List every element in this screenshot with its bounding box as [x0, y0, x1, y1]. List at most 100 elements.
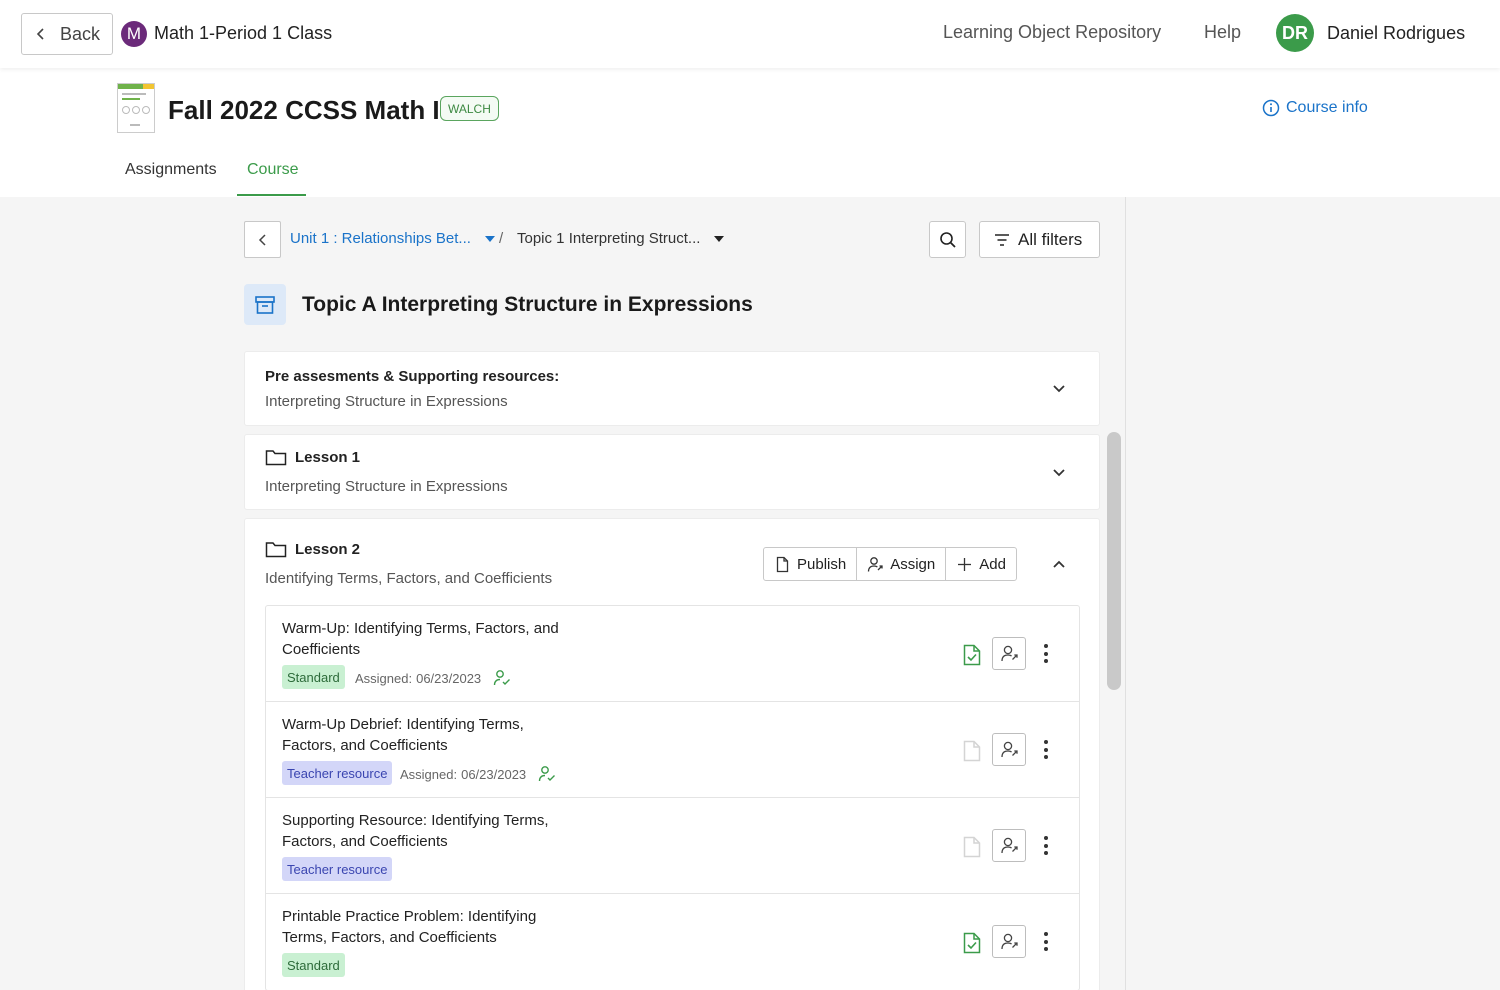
teacher-resource-tag: Teacher resource: [282, 761, 393, 785]
section-title: Pre assesments & Supporting resources:: [265, 368, 560, 385]
breadcrumb-topic-dropdown[interactable]: Topic 1 Interpreting Struct...: [517, 230, 725, 247]
filter-lines-icon: [995, 233, 1009, 246]
assigned-label: Assigned:: [400, 766, 458, 782]
top-bar: Back M Math 1-Period 1 Class Learning Ob…: [0, 0, 1500, 68]
breadcrumb-unit-dropdown[interactable]: Unit 1 : Relationships Bet...: [290, 230, 495, 247]
chevron-down-icon[interactable]: [1052, 468, 1066, 478]
user-arrow-icon: [868, 556, 883, 572]
section-pre-assessments[interactable]: Pre assesments & Supporting resources: I…: [244, 351, 1100, 426]
assign-item-button[interactable]: [992, 829, 1026, 862]
assign-item-button[interactable]: [992, 637, 1026, 670]
learning-object-repository-link[interactable]: Learning Object Repository: [943, 22, 1161, 43]
back-button[interactable]: Back: [21, 13, 113, 55]
item-title[interactable]: Printable Practice Problem: Identifying …: [282, 906, 582, 948]
section-title: Lesson 1: [295, 449, 361, 466]
main-content: Unit 1 : Relationships Bet... / Topic 1 …: [0, 197, 1500, 990]
folder-icon: [265, 542, 287, 558]
assigned-info: Assigned: 06/23/2023: [355, 669, 511, 687]
item-title[interactable]: Warm-Up: Identifying Terms, Factors, and…: [282, 618, 582, 660]
add-label: Add: [979, 555, 1006, 573]
standard-tag: Standard: [282, 953, 345, 977]
breadcrumb-unit-label: Unit 1 : Relationships Bet...: [290, 230, 471, 247]
standard-tag: Standard: [282, 665, 345, 689]
document-icon: [776, 556, 789, 572]
scrollbar[interactable]: [1107, 432, 1121, 690]
all-filters-button[interactable]: All filters: [979, 221, 1100, 258]
search-icon: [939, 231, 956, 248]
section-title: Lesson 2: [295, 541, 361, 558]
publish-label: Publish: [797, 555, 847, 573]
user-name[interactable]: Daniel Rodrigues: [1327, 23, 1465, 44]
folder-icon: [265, 450, 287, 466]
tab-course[interactable]: Course: [247, 161, 299, 179]
assign-button[interactable]: Assign: [857, 548, 947, 580]
more-options-icon[interactable]: [1044, 836, 1048, 855]
all-filters-label: All filters: [1018, 229, 1083, 249]
document-check-icon[interactable]: [963, 644, 981, 666]
assign-label: Assign: [890, 555, 936, 573]
course-cover-thumbnail: [117, 83, 155, 133]
active-tab-indicator: [237, 194, 306, 196]
section-subtitle: Interpreting Structure in Expressions: [265, 478, 508, 495]
chevron-down-icon[interactable]: [1052, 384, 1066, 394]
chevron-left-icon: [258, 233, 266, 246]
list-item[interactable]: Warm-Up Debrief: Identifying Terms, Fact…: [266, 702, 1079, 798]
document-icon[interactable]: [963, 740, 981, 762]
user-arrow-icon: [1000, 837, 1018, 854]
document-check-icon[interactable]: [963, 932, 981, 954]
back-label: Back: [60, 23, 101, 44]
breadcrumb-separator: /: [499, 230, 504, 247]
topic-icon-tile: [244, 284, 286, 325]
avatar[interactable]: DR: [1276, 14, 1314, 52]
list-item[interactable]: Warm-Up: Identifying Terms, Factors, and…: [266, 606, 1079, 702]
list-item[interactable]: Printable Practice Problem: Identifying …: [266, 894, 1079, 990]
add-button[interactable]: Add: [946, 548, 1016, 580]
user-arrow-icon: [1000, 645, 1018, 662]
class-badge: M: [121, 21, 147, 47]
section-subtitle: Interpreting Structure in Expressions: [265, 393, 508, 410]
course-title: Fall 2022 CCSS Math I: [168, 95, 440, 125]
topic-title: Topic A Interpreting Structure in Expres…: [302, 293, 753, 316]
panel-divider: [1125, 197, 1126, 990]
section-title-row: Lesson 1: [265, 449, 360, 466]
course-header: Fall 2022 CCSS Math I WALCH Course info …: [0, 68, 1500, 197]
section-title-row: Lesson 2: [265, 541, 360, 558]
lesson-actions-group: Publish Assign Add: [763, 547, 1017, 581]
class-name[interactable]: Math 1-Period 1 Class: [154, 23, 332, 44]
section-lesson-1[interactable]: Lesson 1 Interpreting Structure in Expre…: [244, 434, 1100, 510]
teacher-resource-tag: Teacher resource: [282, 857, 393, 881]
search-button[interactable]: [929, 221, 966, 258]
more-options-icon[interactable]: [1044, 932, 1048, 951]
chevron-up-icon[interactable]: [1052, 559, 1066, 569]
user-arrow-icon: [1000, 741, 1018, 758]
tab-assignments[interactable]: Assignments: [125, 161, 217, 179]
assigned-date: 06/23/2023: [416, 670, 482, 686]
more-options-icon[interactable]: [1044, 644, 1048, 663]
course-info-link[interactable]: Course info: [1262, 99, 1368, 117]
assigned-info: Assigned: 06/23/2023: [400, 765, 556, 783]
breadcrumb-back-button[interactable]: [244, 221, 281, 258]
breadcrumb-topic-label: Topic 1 Interpreting Struct...: [517, 230, 701, 247]
more-options-icon[interactable]: [1044, 740, 1048, 759]
info-icon: [1262, 99, 1280, 117]
publish-button[interactable]: Publish: [764, 548, 858, 580]
list-item[interactable]: Supporting Resource: Identifying Terms, …: [266, 798, 1079, 894]
item-title[interactable]: Supporting Resource: Identifying Terms, …: [282, 810, 582, 852]
caret-down-icon: [714, 235, 725, 242]
caret-down-icon: [484, 235, 495, 242]
assign-item-button[interactable]: [992, 733, 1026, 766]
course-info-label: Course info: [1286, 99, 1368, 116]
plus-icon: [958, 557, 972, 571]
item-title[interactable]: Warm-Up Debrief: Identifying Terms, Fact…: [282, 714, 582, 756]
user-arrow-icon: [1000, 933, 1018, 950]
assigned-date: 06/23/2023: [461, 766, 527, 782]
lesson-item-list: Warm-Up: Identifying Terms, Factors, and…: [265, 605, 1080, 990]
assign-item-button[interactable]: [992, 925, 1026, 958]
assigned-label: Assigned:: [355, 670, 413, 686]
archive-box-icon: [255, 295, 275, 314]
section-subtitle: Identifying Terms, Factors, and Coeffici…: [265, 570, 553, 587]
help-link[interactable]: Help: [1204, 22, 1241, 43]
document-icon[interactable]: [963, 836, 981, 858]
section-lesson-2: Lesson 2 Identifying Terms, Factors, and…: [244, 518, 1100, 990]
publisher-badge: WALCH: [440, 96, 499, 121]
